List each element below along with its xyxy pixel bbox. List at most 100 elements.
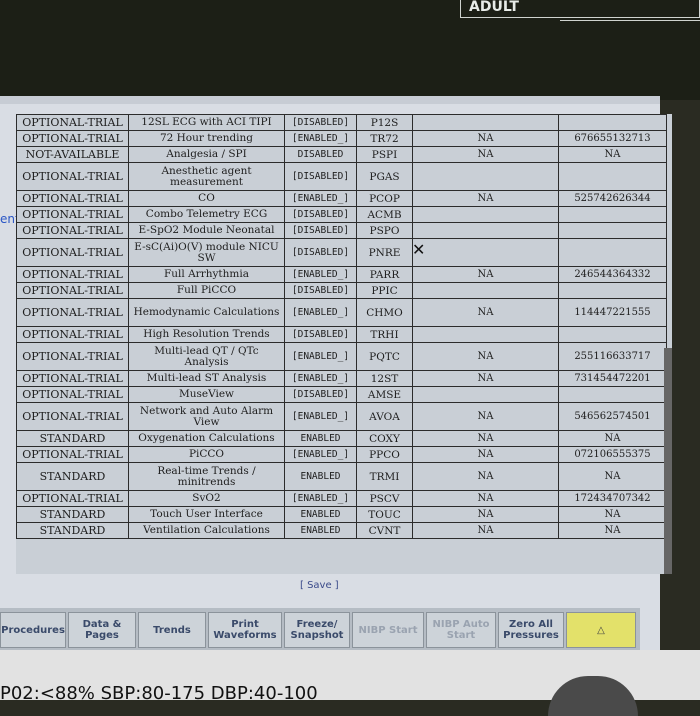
- config-cell[interactable]: [DISABLED]: [284, 114, 357, 131]
- feature-cell: Anesthetic agent measurement: [128, 162, 285, 191]
- value-cell-b: [558, 282, 667, 299]
- table-row[interactable]: STANDARD Real-time Trends / minitrends ENA…: [16, 462, 667, 491]
- status-cell: OPTIONAL-TRIAL: [16, 238, 129, 267]
- table-row[interactable]: OPTIONAL-TRIAL Full Arrhythmia [ENABLED_] P…: [16, 266, 667, 283]
- table-row[interactable]: OPTIONAL-TRIAL Multi-lead ST Analysis [ENA…: [16, 370, 667, 387]
- code-cell: TRHI: [356, 326, 413, 343]
- table-row[interactable]: OPTIONAL-TRIAL Network and Auto Alarm Vie…: [16, 402, 667, 431]
- softkey-button[interactable]: Trends: [138, 612, 206, 648]
- code-cell: PPIC: [356, 282, 413, 299]
- value-cell-b: NA: [558, 522, 667, 539]
- table-row[interactable]: OPTIONAL-TRIAL CO [ENABLED_] PCOP NA 52574262…: [16, 190, 667, 207]
- status-cell: STANDARD: [16, 430, 129, 447]
- feature-cell: PiCCO: [128, 446, 285, 463]
- config-cell[interactable]: [ENABLED_]: [284, 370, 357, 387]
- value-cell-b: [558, 238, 667, 267]
- screen-header-strip: [0, 96, 660, 104]
- softkey-button[interactable]: NIBP Start: [352, 612, 424, 648]
- code-cell: PPCO: [356, 446, 413, 463]
- feature-cell: E-SpO2 Module Neonatal: [128, 222, 285, 239]
- value-cell-a: NA: [412, 146, 559, 163]
- table-scrollbar[interactable]: [664, 348, 672, 574]
- config-cell[interactable]: [ENABLED_]: [284, 402, 357, 431]
- config-cell[interactable]: ENABLED: [284, 430, 357, 447]
- feature-cell: SvO2: [128, 490, 285, 507]
- value-cell-a: [412, 162, 559, 191]
- status-cell: OPTIONAL-TRIAL: [16, 490, 129, 507]
- config-cell[interactable]: ENABLED: [284, 462, 357, 491]
- table-row[interactable]: OPTIONAL-TRIAL Hemodynamic Calculations [E…: [16, 298, 667, 327]
- value-cell-a: NA: [412, 430, 559, 447]
- config-cell[interactable]: [ENABLED_]: [284, 266, 357, 283]
- config-cell[interactable]: [DISABLED]: [284, 162, 357, 191]
- table-row[interactable]: OPTIONAL-TRIAL SvO2 [ENABLED_] PSCV NA 172434…: [16, 490, 667, 507]
- table-row[interactable]: NOT-AVAILABLE Analgesia / SPI DISABLED PSPI…: [16, 146, 667, 163]
- status-cell: OPTIONAL-TRIAL: [16, 386, 129, 403]
- status-cell: OPTIONAL-TRIAL: [16, 402, 129, 431]
- table-row[interactable]: OPTIONAL-TRIAL E-SpO2 Module Neonatal [DIS…: [16, 222, 667, 239]
- table-row[interactable]: OPTIONAL-TRIAL PiCCO [ENABLED_] PPCO NA 07210…: [16, 446, 667, 463]
- code-cell: PNRE: [356, 238, 413, 267]
- softkey-button[interactable]: Data & Pages: [68, 612, 136, 648]
- code-cell: PSCV: [356, 490, 413, 507]
- value-cell-b: 114447221555: [558, 298, 667, 327]
- status-cell: OPTIONAL-TRIAL: [16, 266, 129, 283]
- code-cell: CHMO: [356, 298, 413, 327]
- config-cell[interactable]: ENABLED: [284, 506, 357, 523]
- table-row[interactable]: OPTIONAL-TRIAL 12SL ECG with ACI TIPI [DIS…: [16, 114, 667, 131]
- value-cell-a: NA: [412, 342, 559, 371]
- feature-cell: Full PiCCO: [128, 282, 285, 299]
- table-row[interactable]: STANDARD Touch User Interface ENABLED TOUC N…: [16, 506, 667, 523]
- status-cell: OPTIONAL-TRIAL: [16, 222, 129, 239]
- alarm-silence-button[interactable]: △: [566, 612, 636, 648]
- config-cell[interactable]: [ENABLED_]: [284, 190, 357, 207]
- status-cell: OPTIONAL-TRIAL: [16, 162, 129, 191]
- value-cell-b: 255116633717: [558, 342, 667, 371]
- status-cell: OPTIONAL-TRIAL: [16, 446, 129, 463]
- config-cell[interactable]: [ENABLED_]: [284, 490, 357, 507]
- feature-cell: Hemodynamic Calculations: [128, 298, 285, 327]
- status-cell: STANDARD: [16, 522, 129, 539]
- value-cell-b: NA: [558, 506, 667, 523]
- table-row[interactable]: OPTIONAL-TRIAL E-sC(Ai)O(V) module NICU S…: [16, 238, 667, 267]
- table-row[interactable]: STANDARD Oxygenation Calculations ENABLED C…: [16, 430, 667, 447]
- value-cell-b: [558, 162, 667, 191]
- value-cell-a: [412, 386, 559, 403]
- table-row[interactable]: OPTIONAL-TRIAL Multi-lead QT / QTc Analys…: [16, 342, 667, 371]
- feature-cell: E-sC(Ai)O(V) module NICU SW: [128, 238, 285, 267]
- config-cell[interactable]: [DISABLED]: [284, 206, 357, 223]
- config-cell[interactable]: [DISABLED]: [284, 282, 357, 299]
- softkey-button[interactable]: Freeze/ Snapshot: [284, 612, 350, 648]
- table-row[interactable]: OPTIONAL-TRIAL High Resolution Trends [DIS…: [16, 326, 667, 343]
- code-cell: PARR: [356, 266, 413, 283]
- status-cell: OPTIONAL-TRIAL: [16, 282, 129, 299]
- value-cell-b: [558, 386, 667, 403]
- code-cell: TOUC: [356, 506, 413, 523]
- config-cell[interactable]: [ENABLED_]: [284, 342, 357, 371]
- feature-cell: Multi-lead ST Analysis: [128, 370, 285, 387]
- table-row[interactable]: OPTIONAL-TRIAL Anesthetic agent measureme…: [16, 162, 667, 191]
- config-cell[interactable]: [ENABLED_]: [284, 446, 357, 463]
- softkey-button[interactable]: NIBP Auto Start: [426, 612, 496, 648]
- softkey-button[interactable]: Zero All Pressures: [498, 612, 564, 648]
- table-row[interactable]: OPTIONAL-TRIAL MuseView [DISABLED] AMSE: [16, 386, 667, 403]
- config-cell[interactable]: [DISABLED]: [284, 326, 357, 343]
- config-cell[interactable]: DISABLED: [284, 146, 357, 163]
- value-cell-a: [412, 206, 559, 223]
- config-cell[interactable]: [ENABLED_]: [284, 298, 357, 327]
- softkey-button[interactable]: Procedures: [0, 612, 66, 648]
- save-button[interactable]: [ Save ]: [300, 580, 339, 591]
- config-cell[interactable]: [ENABLED_]: [284, 130, 357, 147]
- status-cell: OPTIONAL-TRIAL: [16, 298, 129, 327]
- status-cell: OPTIONAL-TRIAL: [16, 370, 129, 387]
- softkey-button[interactable]: Print Waveforms: [208, 612, 282, 648]
- config-cell[interactable]: ENABLED: [284, 522, 357, 539]
- table-row[interactable]: OPTIONAL-TRIAL Combo Telemetry ECG [DISABL…: [16, 206, 667, 223]
- alarm-limits-text: P02:<88% SBP:80-175 DBP:40-100: [0, 683, 318, 704]
- config-cell[interactable]: [DISABLED]: [284, 222, 357, 239]
- table-row[interactable]: STANDARD Ventilation Calculations ENABLED C…: [16, 522, 667, 539]
- table-row[interactable]: OPTIONAL-TRIAL Full PiCCO [DISABLED] PPIC: [16, 282, 667, 299]
- table-row[interactable]: OPTIONAL-TRIAL 72 Hour trending [ENABLED_]…: [16, 130, 667, 147]
- config-cell[interactable]: [DISABLED]: [284, 238, 357, 267]
- config-cell[interactable]: [DISABLED]: [284, 386, 357, 403]
